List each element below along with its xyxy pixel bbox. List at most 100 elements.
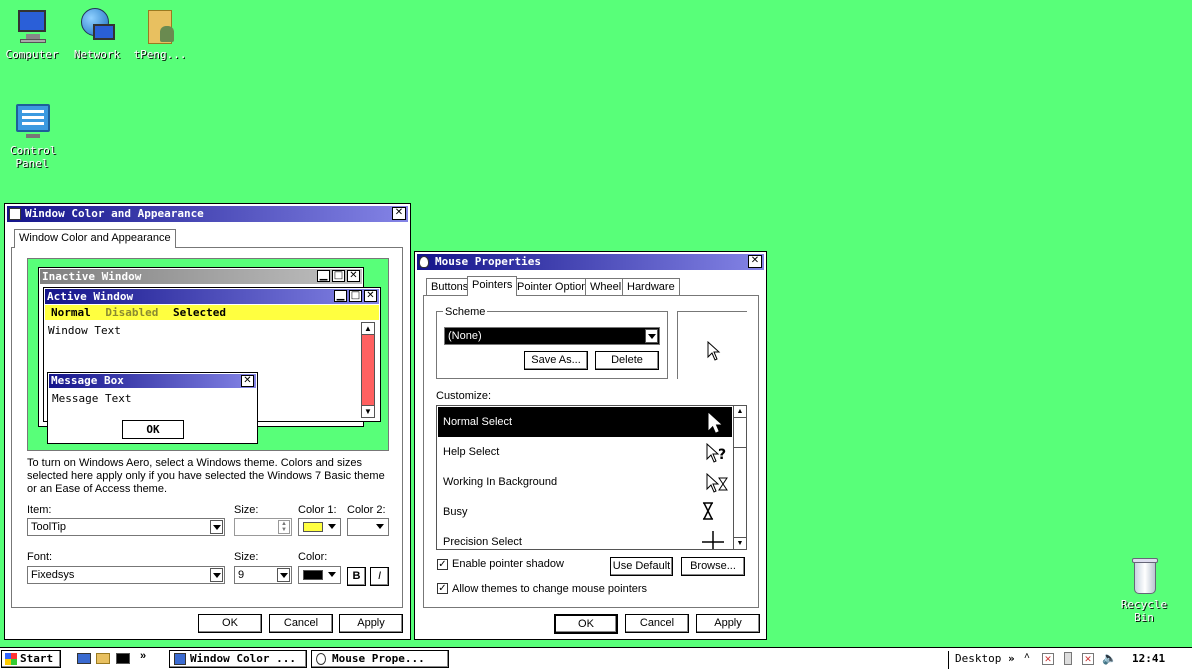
chevron-right-icon[interactable]: »: [140, 650, 146, 662]
chevron-down-icon: [645, 329, 658, 343]
help-cursor-icon: ?: [706, 443, 726, 463]
desktop-toolbar[interactable]: Desktop »: [948, 651, 1015, 669]
desktop-icon-label: tPeng...: [133, 48, 187, 61]
hourglass-icon: [702, 502, 714, 520]
enable-shadow-label[interactable]: Enable pointer shadow: [452, 558, 564, 570]
mouse-cancel-button[interactable]: Cancel: [625, 614, 689, 633]
preview-window-text: Window Text: [48, 324, 121, 337]
desktop-toolbar-label: Desktop: [955, 652, 1002, 665]
wca-title: Window Color and Appearance: [25, 207, 204, 220]
list-item[interactable]: Busy: [438, 497, 732, 527]
window-color-appearance-dialog: Window Color and Appearance ✕ Window Col…: [4, 203, 411, 640]
wca-cancel-button[interactable]: Cancel: [269, 614, 333, 633]
save-as-button[interactable]: Save As...: [524, 351, 588, 370]
mouse-ok-button[interactable]: OK: [554, 614, 618, 634]
scheme-select[interactable]: (None): [444, 327, 660, 345]
list-item[interactable]: Working In Background: [438, 467, 732, 497]
font-label: Font:: [27, 551, 53, 563]
start-button[interactable]: Start: [1, 650, 61, 668]
arrow-cursor-icon: [708, 413, 722, 433]
allow-themes-checkbox[interactable]: ✓: [437, 583, 448, 594]
scroll-thumb[interactable]: [734, 418, 746, 448]
folder-icon: [140, 6, 180, 46]
list-item[interactable]: Help Select ?: [438, 437, 732, 467]
item-select[interactable]: ToolTip: [27, 518, 225, 536]
tab-hardware[interactable]: Hardware: [622, 278, 680, 295]
preview-message-box: Message Box ✕ Message Text OK: [47, 372, 258, 444]
preview-inactive-title: Inactive Window: [42, 270, 142, 283]
action-center-icon[interactable]: ✕: [1042, 653, 1054, 665]
close-icon[interactable]: ✕: [748, 255, 762, 268]
close-icon[interactable]: ✕: [392, 207, 406, 220]
enable-shadow-checkbox[interactable]: ✓: [437, 559, 448, 570]
wca-ok-button[interactable]: OK: [198, 614, 262, 633]
font-select[interactable]: Fixedsys: [27, 566, 225, 584]
chevron-up-icon[interactable]: ˄: [1024, 651, 1030, 662]
task-window-color[interactable]: Window Color ...: [169, 650, 307, 668]
list-item[interactable]: Normal Select: [438, 407, 732, 437]
chevron-down-icon: [277, 568, 290, 582]
maximize-icon: □: [332, 270, 345, 282]
mouse-apply-button[interactable]: Apply: [696, 614, 760, 633]
cursor-preview: [677, 311, 747, 379]
network-tray-icon[interactable]: ✕: [1082, 653, 1094, 665]
color2-label: Color 2:: [347, 504, 386, 516]
recycle-bin-icon: [1124, 556, 1164, 596]
desktop-icon-user-folder[interactable]: tPeng...: [128, 6, 192, 61]
battery-icon[interactable]: [1064, 652, 1072, 665]
chevron-down-icon: [326, 520, 339, 534]
clock[interactable]: 12:41: [1132, 652, 1165, 665]
scheme-select-value: (None): [448, 330, 482, 342]
appearance-preview[interactable]: Inactive Window ▁ □ ✕ Active Window ▁ □ …: [27, 258, 389, 451]
control-panel-icon: [12, 102, 52, 142]
browse-button[interactable]: Browse...: [681, 557, 745, 576]
size-stepper[interactable]: ▲ ▼: [234, 518, 292, 536]
aero-info-text: To turn on Windows Aero, select a Window…: [27, 457, 385, 495]
explorer-icon[interactable]: [96, 653, 110, 664]
maximize-icon: □: [349, 290, 362, 302]
desktop-icon-label: Computer: [5, 48, 59, 61]
wca-apply-button[interactable]: Apply: [339, 614, 403, 633]
mouse-titlebar[interactable]: Mouse Properties ✕: [417, 254, 764, 270]
customize-label: Customize:: [436, 390, 492, 402]
font-color-picker[interactable]: [298, 566, 341, 584]
minimize-icon: ▁: [334, 290, 347, 302]
desktop-icon-network[interactable]: Network: [65, 6, 129, 61]
desktop-icon-computer[interactable]: Computer: [0, 6, 64, 61]
crosshair-icon: [702, 531, 724, 549]
font-size-select[interactable]: 9: [234, 566, 292, 584]
task-mouse-properties[interactable]: Mouse Prope...: [311, 650, 449, 668]
chevron-down-icon: [326, 568, 339, 582]
preview-menu-selected: Selected: [172, 306, 226, 319]
use-default-button[interactable]: Use Default: [610, 557, 673, 576]
volume-icon[interactable]: 🔈: [1102, 651, 1117, 665]
chevron-right-icon: »: [1001, 652, 1015, 665]
bold-button[interactable]: B: [347, 567, 366, 586]
cursor-list-scrollbar[interactable]: ▲ ▼: [733, 406, 746, 549]
mouse-icon: [316, 653, 326, 665]
spin-icon[interactable]: ▲ ▼: [278, 520, 290, 534]
command-prompt-icon[interactable]: [116, 653, 130, 664]
tab-pointers[interactable]: Pointers: [467, 276, 518, 296]
task-label: Mouse Prope...: [332, 652, 425, 665]
tab-wheel[interactable]: Wheel: [585, 278, 627, 295]
cursor-list[interactable]: Normal Select Help Select ? Working In B…: [436, 405, 747, 550]
minimize-icon: ▁: [317, 270, 330, 282]
svg-text:?: ?: [718, 447, 726, 463]
show-desktop-icon[interactable]: [77, 653, 91, 664]
font-color-label: Color:: [298, 551, 328, 563]
tab-window-color-appearance[interactable]: Window Color and Appearance: [14, 229, 176, 248]
cursor-name: Precision Select: [443, 536, 522, 548]
list-item[interactable]: Precision Select: [438, 527, 732, 549]
mouse-title: Mouse Properties: [435, 255, 541, 268]
wca-titlebar[interactable]: Window Color and Appearance ✕: [7, 206, 408, 222]
allow-themes-label[interactable]: Allow themes to change mouse pointers: [452, 583, 647, 595]
color2-picker[interactable]: [347, 518, 389, 536]
preview-menu-disabled: Disabled: [105, 306, 159, 319]
italic-button[interactable]: I: [370, 567, 389, 586]
preview-msgbox-title: Message Box: [51, 374, 124, 387]
desktop-icon-control-panel[interactable]: Control Panel: [0, 102, 64, 170]
desktop-icon-recycle-bin[interactable]: Recycle Bin: [1112, 556, 1176, 624]
delete-button[interactable]: Delete: [595, 351, 659, 370]
color1-picker[interactable]: [298, 518, 341, 536]
